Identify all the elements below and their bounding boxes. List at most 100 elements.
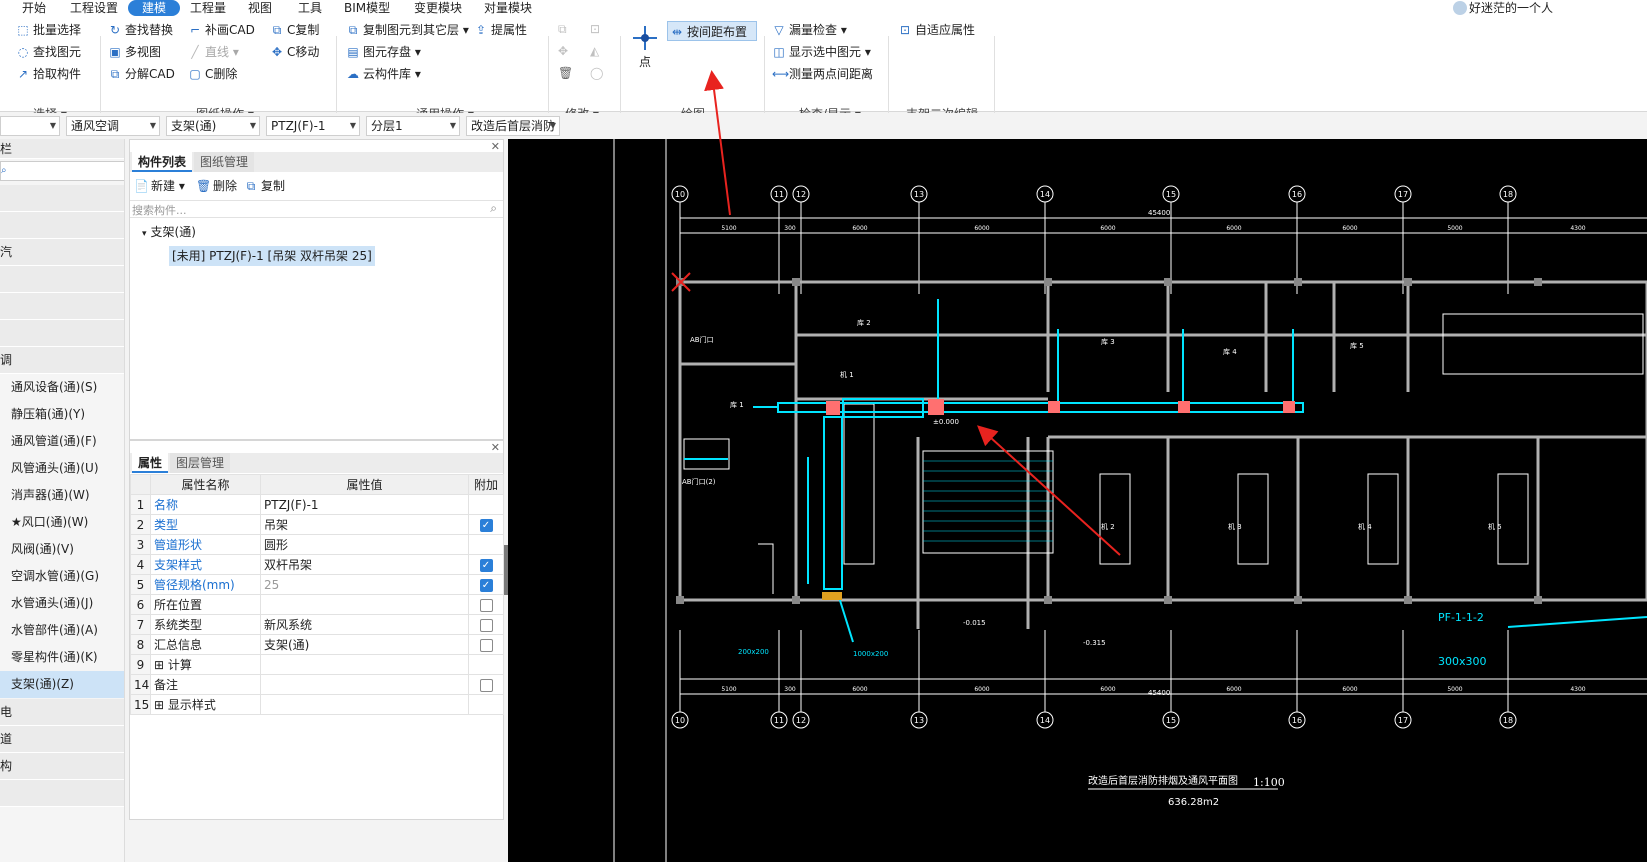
missing-check-button[interactable]: ▽ 漏量检查 ▾ <box>772 20 846 40</box>
c-delete-button[interactable]: ▢ C删除 <box>188 64 237 84</box>
property-row[interactable]: 9 ⊞ 计算 <box>130 654 504 675</box>
nav-category[interactable] <box>0 320 124 347</box>
property-value[interactable]: 新风系统 <box>260 614 469 635</box>
tab-properties[interactable]: 属性 <box>132 453 169 473</box>
property-value[interactable]: 支架(通) <box>260 634 469 655</box>
extra-checkbox[interactable] <box>479 638 493 652</box>
property-row[interactable]: 14 备注 <box>130 674 504 695</box>
element-save-button[interactable]: ▤ 图元存盘 ▾ <box>346 42 421 62</box>
measure-distance-button[interactable]: ⟷测量两点间距离 <box>772 64 873 84</box>
component-select[interactable]: PTZJ(F)-1 ▼ <box>266 116 360 136</box>
cloud-library-button[interactable]: ☁ 云构件库 ▾ <box>346 64 421 84</box>
nav-item-support[interactable]: 支架(通)(Z) <box>0 671 124 698</box>
drawing-select[interactable]: 改造后首层消防 ▼ <box>466 116 560 136</box>
system-select[interactable]: 通风空调 ▼ <box>66 116 160 136</box>
menu-start[interactable]: 开始 <box>22 0 46 16</box>
new-component-button[interactable]: 📄 新建 ▾ <box>134 176 185 196</box>
menu-change-module[interactable]: 变更模块 <box>414 0 462 16</box>
modify-move-icon[interactable]: ✥ <box>558 44 568 58</box>
tab-component-list[interactable]: 构件列表 <box>132 152 193 172</box>
nav-item-ventilation-equipment[interactable]: 通风设备(通)(S) <box>0 374 124 401</box>
nav-category-electrical[interactable]: 电 <box>0 699 124 726</box>
property-row[interactable]: 7 系统类型 新风系统 <box>130 614 504 635</box>
user-name[interactable]: 好迷茫的一个人 <box>1469 0 1553 16</box>
extra-checkbox[interactable]: ✓ <box>479 578 493 592</box>
line-button[interactable]: ╱ 直线 ▾ <box>188 42 238 62</box>
patch-cad-button[interactable]: ⌐ 补画CAD <box>188 20 255 40</box>
nav-category-road[interactable]: 道 <box>0 726 124 753</box>
property-value[interactable]: 25 <box>260 574 469 595</box>
property-value[interactable]: 吊架 <box>260 514 469 535</box>
modify-rotate-icon[interactable]: ◯ <box>590 66 603 80</box>
nav-item-pipe-fitting[interactable]: 水管通头(通)(J) <box>0 590 124 617</box>
property-value[interactable]: PTZJ(F)-1 <box>260 494 469 515</box>
property-row[interactable]: 15 ⊞ 显示样式 <box>130 694 504 715</box>
nav-category[interactable] <box>0 266 124 293</box>
property-row[interactable]: 3 管道形状 圆形 <box>130 534 504 555</box>
property-value[interactable] <box>260 674 469 695</box>
nav-item-duct-fitting[interactable]: 风管通头(通)(U) <box>0 455 124 482</box>
property-row[interactable]: 1 名称 PTZJ(F)-1 <box>130 494 504 515</box>
property-value[interactable] <box>260 694 469 715</box>
copy-to-other-layer-button[interactable]: ⧉ 复制图元到其它层 ▾ <box>346 20 469 40</box>
spacing-layout-button[interactable]: ⇹ 按间距布置 <box>667 21 757 41</box>
tree-root[interactable]: ▾ 支架(通) <box>142 222 196 242</box>
nav-item-pipe-part[interactable]: 水管部件(通)(A) <box>0 617 124 644</box>
nav-item-damper[interactable]: 风阀(通)(V) <box>0 536 124 563</box>
property-row[interactable]: 4 支架样式 双杆吊架 ✓ <box>130 554 504 575</box>
menu-view[interactable]: 视图 <box>248 0 272 16</box>
category-select[interactable]: ▼ <box>0 116 60 136</box>
modify-copy-icon[interactable]: ⧉ <box>558 22 567 37</box>
menu-modeling[interactable]: 建模 <box>128 0 180 16</box>
nav-item-silencer[interactable]: 消声器(通)(W) <box>0 482 124 509</box>
modify-delete-icon[interactable]: 🗑 <box>558 66 573 80</box>
nav-category-gas[interactable]: 汽 <box>0 239 124 266</box>
extra-checkbox[interactable]: ✓ <box>479 518 493 532</box>
tab-drawing-manage[interactable]: 图纸管理 <box>194 152 255 172</box>
modify-mirror-icon[interactable]: ◭ <box>590 44 599 58</box>
property-value[interactable] <box>260 594 469 615</box>
nav-category[interactable] <box>0 212 124 239</box>
show-selected-button[interactable]: ◫ 显示选中图元 ▾ <box>772 42 871 62</box>
nav-category[interactable] <box>0 185 124 212</box>
nav-item-air-outlet[interactable]: ★风口(通)(W) <box>0 509 124 536</box>
property-row[interactable]: 8 汇总信息 支架(通) <box>130 634 504 655</box>
copy-component-button[interactable]: ⧉ 复制 <box>244 176 285 196</box>
layer-select[interactable]: 分层1 ▼ <box>366 116 460 136</box>
menu-project-settings[interactable]: 工程设置 <box>70 0 118 16</box>
nav-item-chilled-water-pipe[interactable]: 空调水管(通)(G) <box>0 563 124 590</box>
nav-category[interactable] <box>0 293 124 320</box>
batch-select-button[interactable]: ⬚ 批量选择 <box>16 20 81 40</box>
multi-view-button[interactable]: ▣ 多视图 <box>108 42 161 62</box>
nav-category-hvac[interactable]: 调 <box>0 347 124 374</box>
explode-cad-button[interactable]: ⧉ 分解CAD <box>108 64 175 84</box>
nav-search-input[interactable]: ⌕ <box>0 161 124 181</box>
extra-checkbox[interactable] <box>479 598 493 612</box>
nav-category[interactable] <box>0 780 124 807</box>
adaptive-property-button[interactable]: ⊡ 自适应属性 <box>898 20 975 40</box>
property-row[interactable]: 2 类型 吊架 ✓ <box>130 514 504 535</box>
pick-component-button[interactable]: ↗ 拾取构件 <box>16 64 81 84</box>
property-row[interactable]: 6 所在位置 <box>130 594 504 615</box>
nav-item-plenum-box[interactable]: 静压箱(通)(Y) <box>0 401 124 428</box>
nav-category-structure[interactable]: 构 <box>0 753 124 780</box>
point-button[interactable]: 点 <box>628 22 662 70</box>
delete-component-button[interactable]: 🗑 删除 <box>196 176 237 196</box>
property-value[interactable]: 双杆吊架 <box>260 554 469 575</box>
cad-canvas[interactable]: 10 11 12 13 14 15 16 17 18 10 11 12 13 14 15 16 17 18 45… <box>508 139 1647 862</box>
menu-tools[interactable]: 工具 <box>298 0 322 16</box>
property-value[interactable] <box>260 654 469 675</box>
extra-checkbox[interactable] <box>479 678 493 692</box>
extra-checkbox[interactable] <box>479 618 493 632</box>
find-replace-button[interactable]: ↻ 查找替换 <box>108 20 173 40</box>
nav-item-misc-component[interactable]: 零星构件(通)(K) <box>0 644 124 671</box>
menu-quantity[interactable]: 工程量 <box>190 0 226 16</box>
c-move-button[interactable]: ✥ C移动 <box>270 42 319 62</box>
menu-compare-module[interactable]: 对量模块 <box>484 0 532 16</box>
property-value[interactable]: 圆形 <box>260 534 469 555</box>
tab-layer-manage[interactable]: 图层管理 <box>170 453 231 473</box>
find-element-button[interactable]: ◌ 查找图元 <box>16 42 81 62</box>
nav-item-duct[interactable]: 通风管道(通)(F) <box>0 428 124 455</box>
type-select[interactable]: 支架(通) ▼ <box>166 116 260 136</box>
tree-item-ptzj[interactable]: [未用] PTZJ(F)-1 [吊架 双杆吊架 25] <box>169 246 375 266</box>
